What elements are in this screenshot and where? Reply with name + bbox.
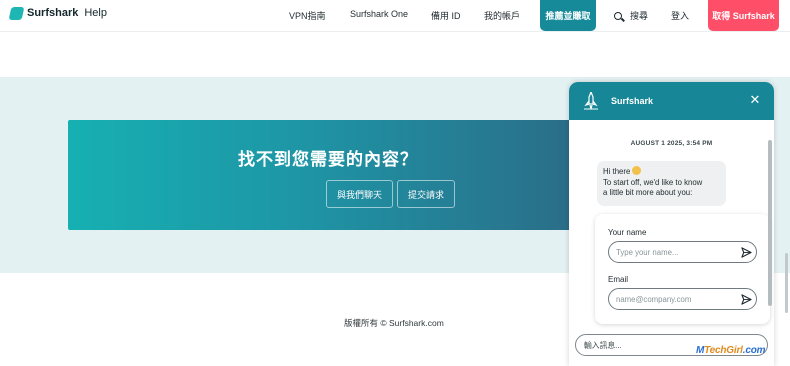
greeting-line-3: a little bit more about you: <box>603 188 693 197</box>
watermark-part-2: TechGirl <box>704 345 743 356</box>
chat-agent-name: Surfshark <box>611 96 654 106</box>
chat-timestamp: AUGUST 1 2025, 3:54 PM <box>630 140 713 147</box>
greeting-line-1: Hi there <box>603 167 631 176</box>
logo-text: Surfshark <box>27 7 79 19</box>
search-icon <box>614 11 622 20</box>
search-label: 搜尋 <box>630 11 649 21</box>
greeting-line-2: To start off, we'd like to know <box>603 177 703 187</box>
name-label: Your name <box>608 228 647 237</box>
send-icon[interactable] <box>741 294 752 305</box>
watermark-part-3: .com <box>742 345 766 356</box>
login-link[interactable]: 登入 <box>671 9 689 22</box>
greeting-message: Hi there To start off, we'd like to know… <box>597 161 726 206</box>
waving-hand-icon <box>632 166 642 175</box>
top-navigation: Surfshark Help VPN指南 Surfshark One 備用 ID… <box>0 0 790 32</box>
name-placeholder: Type your name... <box>616 247 679 257</box>
chat-scrollbar[interactable] <box>768 140 772 306</box>
chat-widget: Surfshark ✕ AUGUST 1 2025, 3:54 PM Hi th… <box>569 82 774 366</box>
surfshark-logo[interactable]: Surfshark Help <box>8 5 107 21</box>
nav-vpn-guide[interactable]: VPN指南 <box>289 9 326 22</box>
chat-header: Surfshark ✕ <box>569 82 774 120</box>
watermark: MTechGirl.com <box>696 345 765 356</box>
page-scrollbar[interactable] <box>785 48 789 366</box>
nav-alternative-id[interactable]: 備用 ID <box>431 9 461 22</box>
get-surfshark-button[interactable]: 取得 Surfshark <box>708 0 779 31</box>
chat-with-us-button[interactable]: 與我們聊天 <box>326 180 393 208</box>
email-field[interactable]: name@company.com <box>608 288 757 310</box>
email-label: Email <box>608 275 629 284</box>
search-button[interactable]: 搜尋 <box>614 9 648 22</box>
help-title: 找不到您需要的內容？ <box>238 150 418 169</box>
submit-request-button[interactable]: 提交請求 <box>397 180 455 208</box>
referral-button[interactable]: 推薦並賺取 <box>540 0 596 31</box>
rocket-icon <box>584 92 598 110</box>
page: Surfshark Help VPN指南 Surfshark One 備用 ID… <box>0 0 790 366</box>
copyright-text: 版權所有 © Surfshark.com <box>344 318 444 328</box>
name-field[interactable]: Type your name... <box>608 241 757 263</box>
message-placeholder: 輸入訊息... <box>584 340 622 350</box>
email-placeholder: name@company.com <box>616 294 692 304</box>
surfshark-logo-icon <box>8 6 25 20</box>
help-card: 找不到您需要的內容？ 與我們聊天 提交請求 <box>68 120 588 230</box>
watermark-part-1: M <box>696 345 705 356</box>
nav-surfshark-one[interactable]: Surfshark One <box>350 9 408 19</box>
close-icon[interactable]: ✕ <box>748 93 762 107</box>
page-scrollbar-thumb[interactable] <box>785 253 788 313</box>
logo-suffix: Help <box>84 7 107 19</box>
send-icon[interactable] <box>741 247 752 258</box>
contact-form-card: Your name Type your name... Email name@c… <box>595 214 770 324</box>
nav-my-account[interactable]: 我的帳戶 <box>484 9 520 22</box>
